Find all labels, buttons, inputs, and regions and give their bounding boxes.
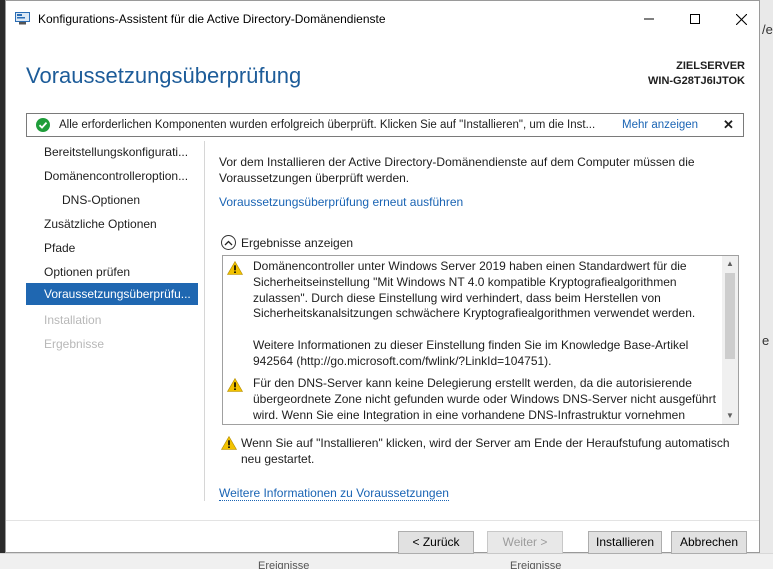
nav-item-dns-options[interactable]: DNS-Optionen	[26, 189, 198, 211]
result-text: Für den DNS-Server kann keine Delegierun…	[253, 376, 719, 424]
show-more-link[interactable]: Mehr anzeigen	[622, 119, 698, 131]
nav-divider	[204, 141, 205, 501]
scrollbar-thumb[interactable]	[725, 273, 735, 359]
nav-item-review-options[interactable]: Optionen prüfen	[26, 261, 198, 283]
scroll-down-icon[interactable]: ▼	[722, 408, 738, 424]
close-button[interactable]	[718, 1, 764, 37]
warning-icon	[221, 436, 237, 450]
window-title: Konfigurations-Assistent für die Active …	[38, 12, 386, 26]
intro-text: Vor dem Installieren der Active Director…	[219, 155, 695, 185]
server-manager-icon	[15, 12, 30, 25]
cancel-button[interactable]: Abbrechen	[671, 531, 747, 554]
nav-item-prerequisites-check[interactable]: Voraussetzungsüberprüfu...	[26, 283, 198, 305]
warning-icon	[227, 261, 243, 275]
maximize-button[interactable]	[672, 1, 718, 37]
rerun-prerequisites-link[interactable]: Voraussetzungsüberprüfung erneut ausführ…	[219, 195, 463, 209]
footer-divider	[6, 520, 759, 521]
dismiss-banner-icon[interactable]: ✕	[723, 117, 734, 133]
result-paragraph: Für den DNS-Server kann keine Delegierun…	[253, 376, 716, 424]
results-list[interactable]: Domänencontroller unter Windows Server 2…	[222, 255, 739, 425]
restart-warning-text: Wenn Sie auf "Installieren" klicken, wir…	[241, 436, 730, 466]
next-button: Weiter >	[487, 531, 563, 554]
nav-item-dc-options[interactable]: Domänencontrolleroption...	[26, 165, 198, 187]
result-paragraph: Weitere Informationen zu dieser Einstell…	[253, 338, 689, 368]
result-text: Domänencontroller unter Windows Server 2…	[253, 259, 719, 370]
page-title: Voraussetzungsüberprüfung	[26, 63, 302, 88]
install-button[interactable]: Installieren	[588, 531, 662, 554]
background-text: Ereignisse	[258, 560, 310, 569]
minimize-icon	[644, 18, 654, 20]
background-text: Ereignisse	[510, 560, 562, 569]
background-window-edge: /e e	[760, 0, 773, 569]
nav-item-results: Ergebnisse	[44, 337, 105, 351]
title-bar[interactable]: Konfigurations-Assistent für die Active …	[6, 1, 759, 37]
more-info-prerequisites-link[interactable]: Weitere Informationen zu Voraussetzungen	[219, 486, 449, 501]
success-check-icon	[36, 118, 50, 132]
target-server-label: ZIELSERVER	[676, 60, 745, 72]
chevron-up-icon	[221, 235, 236, 250]
result-paragraph: Domänencontroller unter Windows Server 2…	[253, 259, 696, 321]
target-server-info: ZIELSERVER WIN-G28TJ6IJTOK	[648, 59, 745, 89]
minimize-button[interactable]	[626, 1, 672, 37]
back-button[interactable]: < Zurück	[398, 531, 474, 554]
background-taskbar-area: Ereignisse Ereignisse	[0, 553, 773, 569]
nav-item-deployment-config[interactable]: Bereitstellungskonfigurati...	[26, 141, 198, 163]
scroll-up-icon[interactable]: ▲	[722, 256, 738, 272]
results-expander[interactable]: Ergebnisse anzeigen	[221, 235, 353, 250]
close-icon	[735, 13, 747, 25]
nav-item-additional-options[interactable]: Zusätzliche Optionen	[26, 213, 198, 235]
nav-item-paths[interactable]: Pfade	[26, 237, 198, 259]
background-text: e	[762, 333, 770, 348]
warning-icon	[227, 378, 243, 392]
status-banner: Alle erforderlichen Komponenten wurden e…	[26, 113, 744, 137]
results-toggle-label: Ergebnisse anzeigen	[241, 235, 354, 250]
target-server-name: WIN-G28TJ6IJTOK	[648, 75, 745, 87]
maximize-icon	[690, 14, 700, 24]
nav-item-installation: Installation	[44, 313, 102, 327]
banner-message: Alle erforderlichen Komponenten wurden e…	[59, 119, 596, 131]
wizard-window: Konfigurations-Assistent für die Active …	[5, 0, 760, 554]
results-scrollbar[interactable]: ▲ ▼	[722, 256, 738, 424]
